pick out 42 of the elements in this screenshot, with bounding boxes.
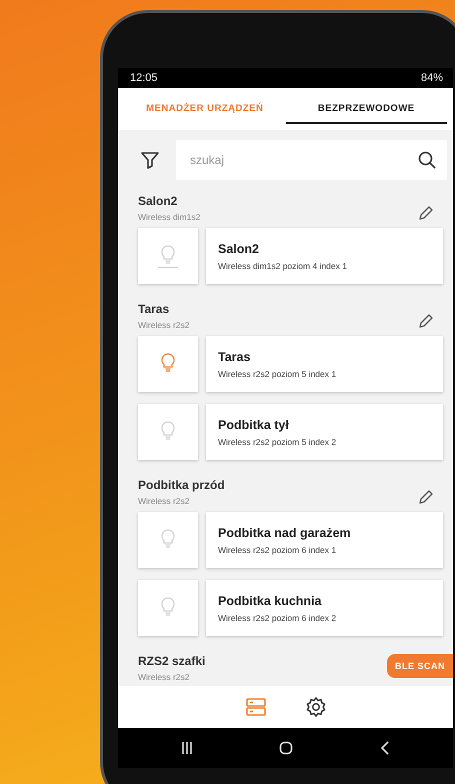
device-name: Salon2 [218,242,260,256]
device-detail: Wireless r2s2 poziom 6 index 1 [218,544,338,554]
device-icon-tile[interactable] [138,336,198,392]
group-type: Wireless dim1s2 [138,212,200,222]
device-icon-tile[interactable] [138,580,198,636]
status-time: 12:05 [130,72,158,84]
filter-icon[interactable] [140,150,160,170]
group-type: Wireless r2s2 [138,672,190,682]
edit-icon[interactable] [417,488,435,506]
device-detail: Wireless r2s2 poziom 5 index 1 [218,368,338,378]
device-icon-tile[interactable] [138,404,198,460]
group-type: Wireless r2s2 [138,320,190,330]
device-card[interactable]: Podbitka kuchnia Wireless r2s2 poziom 6 index 2 [206,580,443,636]
back-icon[interactable] [380,741,390,755]
device-detail: Wireless r2s2 poziom 5 index 2 [218,436,338,446]
device-detail: Wireless dim1s2 poziom 4 index 1 [218,260,348,270]
device-icon-tile[interactable] [138,228,198,284]
device-card[interactable]: Podbitka tył Wireless r2s2 poziom 5 index 2 [206,404,443,460]
group-type: Wireless r2s2 [138,496,190,506]
recent-apps-icon[interactable] [181,741,194,755]
battery-level: 84% [420,72,443,84]
device-detail: Wireless r2s2 poziom 6 index 2 [218,612,338,622]
device-name: Taras [218,350,252,364]
device-card[interactable]: Taras Wireless r2s2 poziom 5 index 1 [206,336,443,392]
group-name: Taras [138,302,170,316]
search-icon[interactable] [417,150,437,170]
group-name: RZS2 szafki [138,654,206,668]
server-list-icon[interactable] [244,696,266,718]
group-name: Salon2 [138,194,178,208]
device-card[interactable]: Podbitka nad garażem Wireless r2s2 poziom 6 index 1 [206,512,443,568]
search-field[interactable]: szukaj [176,140,447,180]
device-card[interactable]: Salon2 Wireless dim1s2 poziom 4 index 1 [206,228,443,284]
device-name: Podbitka kuchnia [218,594,322,608]
home-icon[interactable] [279,741,294,755]
tab[interactable]: BEZPRZEWODOWE [286,94,447,124]
group-name: Podbitka przód [138,478,225,492]
device-name: Podbitka tył [218,418,290,432]
edit-icon[interactable] [417,312,435,330]
settings-icon[interactable] [304,696,326,718]
device-icon-tile[interactable] [138,512,198,568]
device-name: Podbitka nad garażem [218,526,352,540]
edit-icon[interactable] [417,204,435,222]
